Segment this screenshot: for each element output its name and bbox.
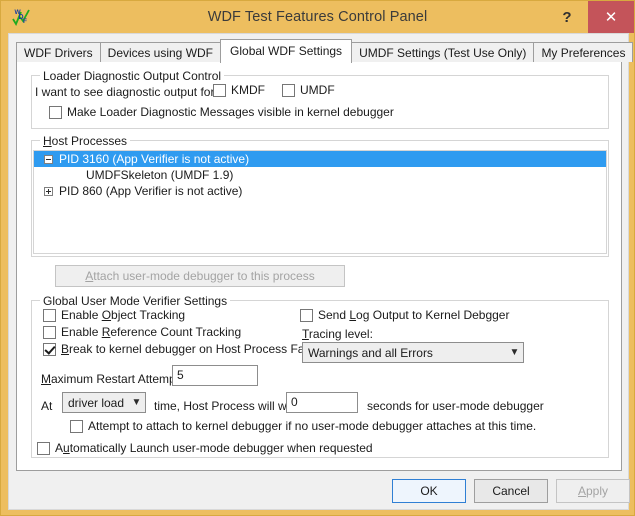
loader-diagnostic-prompt: I want to see diagnostic output for [35,85,215,99]
apply-button-label: Apply [577,484,609,498]
client-area: WDF Drivers Devices using WDF Global WDF… [8,33,634,511]
application-window: W D F WDF Test Features Control Panel ? … [0,0,635,516]
tab-strip: WDF Drivers Devices using WDF Global WDF… [16,39,634,63]
enable-reference-count-tracking-checkbox[interactable]: Enable Reference Count Tracking [43,325,241,339]
tab-global-wdf-settings[interactable]: Global WDF Settings [220,39,353,63]
kmdf-checkbox-box [213,83,226,97]
max-restart-attempts-label: Maximum Restart Attempts [41,372,186,386]
expand-icon[interactable] [44,186,53,196]
enable-object-tracking-label: Enable Object Tracking [61,308,186,322]
tree-row-umdfskeleton[interactable]: UMDFSkeleton (UMDF 1.9) [34,167,606,183]
kmdf-checkbox-label: KMDF [231,83,265,97]
title-bar: W D F WDF Test Features Control Panel ? … [1,1,634,33]
enable-reference-count-tracking-checkbox-box [43,325,56,339]
host-processes-group-label: Host Processes [40,134,131,148]
at-label: At [41,399,53,413]
tree-row-pid-3160[interactable]: PID 3160 (App Verifier is not active) [34,151,606,167]
enable-object-tracking-checkbox[interactable]: Enable Object Tracking [43,308,185,322]
tree-row-label: PID 860 (App Verifier is not active) [59,184,243,198]
tab-wdf-drivers[interactable]: WDF Drivers [16,42,101,62]
loader-messages-visible-checkbox[interactable]: Make Loader Diagnostic Messages visible … [49,105,394,119]
collapse-icon[interactable] [44,154,53,164]
chevron-down-icon: ▼ [131,397,142,408]
chevron-down-icon: ▼ [509,347,520,358]
wait-seconds-input[interactable]: 0 [286,392,358,413]
max-restart-attempts-input[interactable]: 5 [172,365,258,386]
send-log-output-checkbox[interactable]: Send Log Output to Kernel Debgger [300,308,509,322]
loader-messages-visible-checkbox-box [49,105,62,119]
window-title: WDF Test Features Control Panel [207,9,428,25]
attempt-kernel-debugger-attach-checkbox-box [70,419,83,433]
ok-button[interactable]: OK [392,479,466,503]
break-to-kernel-debugger-checkbox-box [43,342,56,356]
tab-devices-using-wdf[interactable]: Devices using WDF [99,42,222,62]
auto-launch-debugger-checkbox[interactable]: Automatically Launch user-mode debugger … [37,441,373,455]
kmdf-checkbox[interactable]: KMDF [213,83,265,97]
tree-row-label: PID 3160 (App Verifier is not active) [59,152,250,166]
send-log-output-label: Send Log Output to Kernel Debgger [318,308,510,322]
umdf-checkbox-label: UMDF [300,83,335,97]
tab-my-preferences[interactable]: My Preferences [533,42,634,62]
dialog-button-bar: OK Cancel Apply [9,471,630,511]
break-to-kernel-debugger-checkbox[interactable]: Break to kernel debugger on Host Process… [43,342,327,356]
attach-button-label: Attach user-mode debugger to this proces… [85,269,315,283]
tracing-level-value: Warnings and all Errors [308,345,433,360]
enable-reference-count-tracking-label: Enable Reference Count Tracking [61,325,242,339]
umdf-checkbox-box [282,83,295,97]
at-time-combobox[interactable]: driver load ▼ [62,392,146,413]
verifier-settings-group-label: Global User Mode Verifier Settings [40,294,231,308]
tree-row-label: UMDFSkeleton (UMDF 1.9) [86,168,234,182]
at-time-value: driver load [68,395,125,410]
tracing-level-label: Tracing level: [302,327,373,341]
title-bar-buttons: ? ✕ [546,1,634,33]
tab-panel-global-wdf-settings: Loader Diagnostic Output Control I want … [16,61,622,471]
umdf-checkbox[interactable]: UMDF [282,83,335,97]
auto-launch-debugger-label: Automatically Launch user-mode debugger … [55,441,373,455]
tracing-level-combobox[interactable]: Warnings and all Errors ▼ [302,342,524,363]
loader-messages-visible-checkbox-label: Make Loader Diagnostic Messages visible … [67,105,394,119]
help-icon[interactable]: ? [546,1,588,33]
cancel-button[interactable]: Cancel [474,479,548,503]
attempt-kernel-debugger-attach-label: Attempt to attach to kernel debugger if … [88,419,537,433]
attach-user-mode-debugger-button[interactable]: Attach user-mode debugger to this proces… [55,265,345,287]
svg-text:F: F [23,18,27,25]
close-icon[interactable]: ✕ [588,1,634,33]
apply-button[interactable]: Apply [556,479,630,503]
break-to-kernel-debugger-label: Break to kernel debugger on Host Process… [61,342,328,356]
wdf-logo-icon: W D F [10,6,32,28]
auto-launch-debugger-checkbox-box [37,441,50,455]
send-log-output-checkbox-box [300,308,313,322]
loader-diagnostic-group-label: Loader Diagnostic Output Control [40,69,225,83]
host-processes-treeview[interactable]: PID 3160 (App Verifier is not active) UM… [33,150,607,254]
wait-prefix-label: time, Host Process will wait [154,399,300,413]
wait-suffix-label: seconds for user-mode debugger [367,399,544,413]
tree-row-pid-860[interactable]: PID 860 (App Verifier is not active) [34,183,606,199]
tab-umdf-settings[interactable]: UMDF Settings (Test Use Only) [351,42,535,62]
enable-object-tracking-checkbox-box [43,308,56,322]
attempt-kernel-debugger-attach-checkbox[interactable]: Attempt to attach to kernel debugger if … [70,419,536,433]
